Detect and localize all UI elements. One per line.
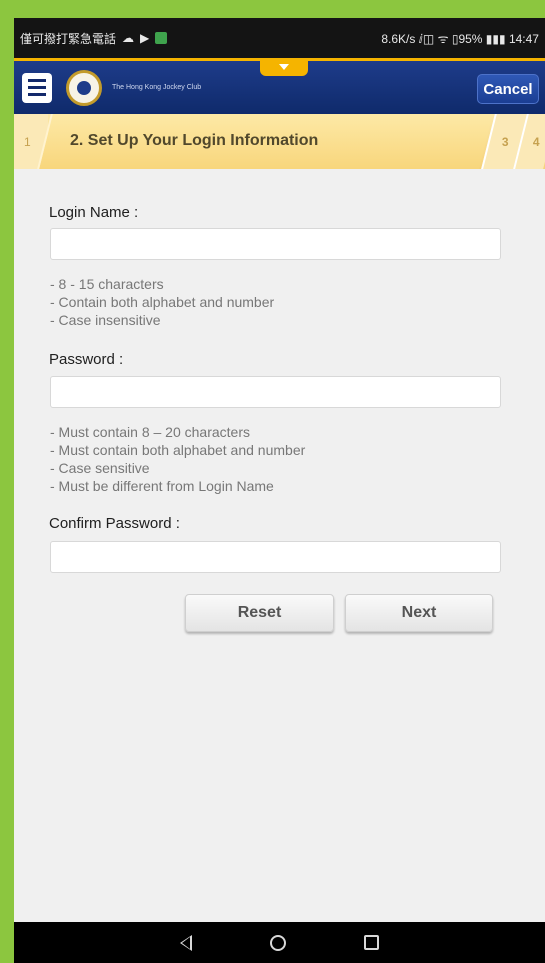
- login-hint-alphanumeric: - Contain both alphabet and number: [50, 294, 275, 310]
- step-2-title: 2. Set Up Your Login Information: [70, 132, 319, 149]
- phone-screen: 僅可撥打緊急電話 ☁ ▶ 8.6K/s ⅈ◫ ᯤ ▯95% ▮▮▮ 14:47 …: [14, 18, 545, 963]
- cancel-button[interactable]: Cancel: [477, 74, 539, 104]
- menu-line: [28, 93, 46, 96]
- password-hint-alphanumeric: - Must contain both alphabet and number: [50, 442, 306, 458]
- login-setup-form: Login Name : - 8 - 15 characters - Conta…: [14, 169, 545, 939]
- login-hint-case: - Case insensitive: [50, 312, 161, 328]
- login-name-input[interactable]: [50, 228, 501, 260]
- recent-apps-icon[interactable]: [364, 935, 379, 950]
- back-icon[interactable]: [180, 934, 192, 951]
- step-3-label: 3: [501, 134, 509, 149]
- menu-button[interactable]: [22, 72, 52, 103]
- step-progress-bar: 1 2. Set Up Your Login Information 3 4: [14, 114, 545, 169]
- android-nav-bar: [14, 922, 545, 963]
- password-hint-case: - Case sensitive: [50, 460, 150, 476]
- password-hint-length: - Must contain 8 – 20 characters: [50, 424, 250, 440]
- dropdown-tab[interactable]: [260, 58, 308, 76]
- confirm-password-input[interactable]: [50, 541, 501, 573]
- status-right-text: 8.6K/s ⅈ◫ ᯤ ▯95% ▮▮▮ 14:47: [381, 31, 539, 46]
- step-4-label: 4: [532, 134, 540, 149]
- password-hints: - Must contain 8 – 20 characters - Must …: [50, 423, 305, 495]
- password-input[interactable]: [50, 376, 501, 408]
- menu-line: [28, 86, 46, 89]
- login-name-label: Login Name :: [49, 204, 139, 221]
- home-icon[interactable]: [270, 934, 286, 951]
- jockey-club-logo: [66, 69, 102, 106]
- chevron-down-icon: [279, 64, 289, 70]
- play-icon: ▶: [140, 31, 150, 45]
- menu-line: [28, 79, 46, 82]
- password-label: Password :: [49, 351, 124, 368]
- app-header: The Hong Kong Jockey Club Cancel: [14, 58, 545, 114]
- confirm-password-label: Confirm Password :: [49, 515, 180, 532]
- next-button[interactable]: Next: [345, 594, 493, 632]
- brand-name: The Hong Kong Jockey Club: [112, 84, 202, 91]
- password-hint-different: - Must be different from Login Name: [50, 478, 274, 494]
- login-hint-length: - 8 - 15 characters: [50, 276, 164, 292]
- login-name-hints: - 8 - 15 characters - Contain both alpha…: [50, 275, 274, 329]
- status-bar: 僅可撥打緊急電話 ☁ ▶ 8.6K/s ⅈ◫ ᯤ ▯95% ▮▮▮ 14:47: [14, 18, 545, 58]
- status-left-text: 僅可撥打緊急電話: [20, 31, 117, 46]
- cloud-icon: ☁: [122, 31, 135, 45]
- reset-button[interactable]: Reset: [185, 594, 334, 632]
- app-notification-icon: [155, 32, 168, 44]
